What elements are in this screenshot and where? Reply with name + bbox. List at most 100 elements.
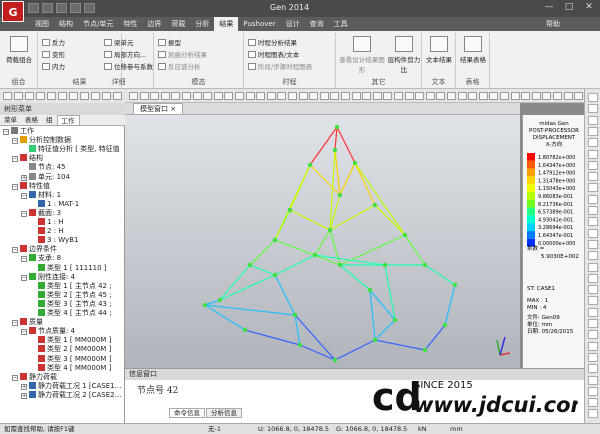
- toolbar-icon[interactable]: [394, 92, 403, 100]
- toolbar-icon[interactable]: [362, 92, 372, 100]
- node-point[interactable]: [422, 262, 428, 268]
- beam-element[interactable]: [289, 209, 331, 231]
- new-icon[interactable]: [28, 3, 39, 13]
- node-point[interactable]: [312, 252, 318, 258]
- node-point[interactable]: [367, 287, 373, 293]
- beam-element[interactable]: [329, 204, 376, 231]
- node-point[interactable]: [307, 162, 313, 168]
- tree-item[interactable]: 1 : H: [30, 218, 64, 226]
- expand-icon[interactable]: −: [12, 374, 18, 381]
- toolbar-icon[interactable]: [224, 92, 234, 100]
- load-combo-button[interactable]: 荷载组合: [4, 36, 34, 64]
- beam-element[interactable]: [299, 344, 336, 361]
- view-tool-icon[interactable]: [588, 307, 598, 317]
- reaction-button[interactable]: 反力: [42, 37, 65, 47]
- participation-button[interactable]: 位移参与系数: [104, 61, 153, 71]
- toolbar-icon[interactable]: [203, 92, 213, 100]
- toolbar-icon[interactable]: [298, 92, 308, 100]
- expand-icon[interactable]: −: [21, 329, 27, 336]
- toolbar-icon[interactable]: [213, 92, 223, 100]
- toolbar-icon[interactable]: [266, 92, 276, 100]
- node-point[interactable]: [334, 124, 340, 130]
- toolbar-icon[interactable]: [351, 92, 361, 100]
- toolbar-icon[interactable]: [113, 92, 122, 100]
- tab-5[interactable]: 荷载: [166, 17, 190, 31]
- tab-11[interactable]: 工具: [329, 17, 353, 31]
- beam-element[interactable]: [244, 329, 301, 346]
- tab-model-window[interactable]: 模型窗口 ×: [133, 103, 184, 115]
- toolbar-icon[interactable]: [542, 92, 552, 100]
- toolbar-icon[interactable]: [245, 92, 255, 100]
- beam-element[interactable]: [384, 264, 396, 321]
- beam-element-button[interactable]: 梁单元: [104, 37, 134, 47]
- toolbar-icon[interactable]: [36, 92, 45, 100]
- toolbar-icon[interactable]: [319, 92, 329, 100]
- tree-item[interactable]: 类型 3 [ MM000M ]: [30, 354, 111, 363]
- node-point[interactable]: [242, 327, 248, 333]
- node-point[interactable]: [287, 207, 293, 213]
- status-unit-force[interactable]: kN: [418, 424, 427, 434]
- expand-icon[interactable]: −: [12, 138, 18, 145]
- toolbar-icon[interactable]: [171, 92, 181, 100]
- node-point[interactable]: [337, 262, 343, 268]
- expand-icon[interactable]: −: [12, 156, 18, 163]
- tab-6[interactable]: 分析: [190, 17, 214, 31]
- expand-icon[interactable]: −: [12, 183, 18, 190]
- view-tool-icon[interactable]: [588, 228, 598, 238]
- view-tool-icon[interactable]: [588, 285, 598, 295]
- minimize-button[interactable]: —: [540, 1, 558, 14]
- node-point[interactable]: [332, 357, 338, 363]
- tree-item[interactable]: 特征值分析 [ 类型, 特征值: [21, 145, 120, 153]
- tree-item[interactable]: − 工作: [3, 127, 34, 135]
- tree-item[interactable]: − 分析控制数据: [12, 136, 71, 145]
- node-point[interactable]: [392, 317, 398, 323]
- toolbar-icon[interactable]: [91, 92, 100, 100]
- beam-element[interactable]: [354, 162, 406, 236]
- expand-icon[interactable]: −: [12, 247, 18, 254]
- close-button[interactable]: ✕: [580, 1, 598, 14]
- expand-icon[interactable]: −: [12, 320, 18, 327]
- beam-element[interactable]: [339, 162, 356, 196]
- tree-item[interactable]: + 静力荷载工况 1 [CASE1...: [21, 381, 121, 390]
- view-tool-icon[interactable]: [588, 330, 598, 340]
- beam-element[interactable]: [369, 289, 376, 341]
- toolbar-icon[interactable]: [69, 92, 78, 100]
- node-point[interactable]: [372, 202, 378, 208]
- toolbar-icon[interactable]: [489, 92, 499, 100]
- help-button[interactable]: 帮助: [546, 18, 560, 30]
- tree-item[interactable]: − 特性值: [12, 181, 50, 190]
- node-point[interactable]: [292, 312, 298, 318]
- view-tool-icon[interactable]: [588, 319, 598, 328]
- tree-item[interactable]: 类型 1 [ MM000M ]: [30, 336, 111, 344]
- view-tool-icon[interactable]: [588, 217, 598, 227]
- tree-item[interactable]: + 静力荷载工况 2 [CASE2...: [21, 390, 121, 399]
- node-point[interactable]: [247, 262, 253, 268]
- shear-ratio-button[interactable]: 层构件剪力比: [386, 36, 422, 74]
- maximize-button[interactable]: □: [560, 1, 578, 14]
- view-tool-icon[interactable]: [588, 251, 598, 261]
- toolbar-icon[interactable]: [102, 92, 111, 100]
- tree-item[interactable]: − 边界条件: [12, 245, 57, 254]
- panel-tab-1[interactable]: 表格: [21, 115, 42, 125]
- beam-element[interactable]: [204, 299, 221, 306]
- beam-element[interactable]: [274, 164, 311, 241]
- time-chart-button[interactable]: 时程图表/文本: [248, 49, 299, 59]
- tree-item[interactable]: − 节点质量: 4: [21, 327, 75, 336]
- view-tool-icon[interactable]: [588, 239, 598, 249]
- deform-button[interactable]: 变形: [42, 49, 65, 59]
- node-point[interactable]: [422, 347, 428, 353]
- expand-icon[interactable]: −: [21, 274, 27, 281]
- message-tab-0[interactable]: 命令信息: [169, 408, 205, 418]
- beam-element[interactable]: [334, 149, 341, 196]
- design-result-button[interactable]: 查看设计结果图形: [338, 36, 386, 74]
- beam-element[interactable]: [404, 234, 426, 266]
- toolbar-icon[interactable]: [383, 92, 393, 100]
- tree-item[interactable]: 类型 4 [ MM000M ]: [30, 363, 111, 372]
- toolbar-icon[interactable]: [277, 92, 287, 100]
- toolbar-icon[interactable]: [478, 92, 488, 100]
- structure-model[interactable]: [125, 115, 520, 368]
- beam-element[interactable]: [334, 126, 338, 151]
- beam-element[interactable]: [274, 254, 316, 276]
- node-point[interactable]: [327, 227, 333, 233]
- time-result-button[interactable]: 时程分析结果: [248, 37, 297, 47]
